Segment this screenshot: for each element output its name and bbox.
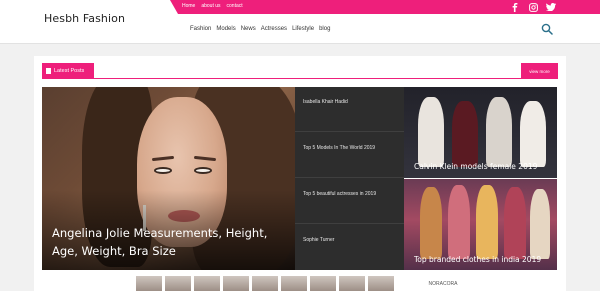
section-divider bbox=[42, 78, 558, 79]
tile-image-figure bbox=[504, 187, 526, 259]
nav-item-lifestyle[interactable]: Lifestyle bbox=[292, 26, 314, 32]
tile-image-figure bbox=[420, 187, 442, 259]
ad-thumbnail[interactable] bbox=[136, 276, 162, 291]
list-item[interactable]: Top 5 beautiful actresses in 2019 bbox=[295, 179, 404, 224]
list-item-title: Sophie Turner bbox=[303, 237, 335, 243]
tile-image-figure bbox=[530, 189, 550, 259]
tile-image-figure bbox=[448, 185, 470, 259]
tile-image-figure bbox=[520, 101, 546, 167]
nav-item-actresses[interactable]: Actresses bbox=[261, 26, 287, 32]
list-item-title: Top 5 Models In The World 2019 bbox=[303, 145, 376, 151]
featured-post[interactable]: Angelina Jolie Measurements, Height, Age… bbox=[42, 87, 295, 270]
tile-image-figure bbox=[452, 101, 478, 167]
view-more-button[interactable]: view more bbox=[521, 63, 558, 79]
ad-thumbnail[interactable] bbox=[281, 276, 307, 291]
search-icon[interactable] bbox=[541, 22, 553, 35]
site-header: Hesbh Fashion Home about us contact Fash… bbox=[0, 0, 600, 44]
nav-item-blog[interactable]: blog bbox=[319, 26, 330, 32]
ad-thumbnail[interactable] bbox=[165, 276, 191, 291]
instagram-icon[interactable] bbox=[528, 2, 538, 12]
social-links bbox=[510, 2, 556, 12]
list-item-title: Isabella Khair Hadid bbox=[303, 99, 348, 105]
top-link-home[interactable]: Home bbox=[182, 3, 195, 9]
top-link-contact[interactable]: contact bbox=[227, 3, 243, 9]
tile-title: Top branded clothes in india 2019 bbox=[414, 255, 542, 264]
facebook-icon[interactable] bbox=[510, 2, 520, 12]
list-item-title: Top 5 beautiful actresses in 2019 bbox=[303, 191, 377, 197]
ad-thumbnail[interactable] bbox=[310, 276, 336, 291]
ad-thumbnail[interactable] bbox=[339, 276, 365, 291]
nav-item-models[interactable]: Models bbox=[216, 26, 235, 32]
nav-item-fashion[interactable]: Fashion bbox=[190, 26, 211, 32]
post-list: Isabella Khair Hadid Top 5 Models In The… bbox=[295, 87, 404, 270]
nav-item-news[interactable]: News bbox=[241, 26, 256, 32]
post-tile[interactable]: Calvin Klein models female 2019 bbox=[404, 87, 557, 178]
twitter-icon[interactable] bbox=[546, 2, 556, 12]
tile-title: Calvin Klein models female 2019 bbox=[414, 162, 538, 171]
site-logo[interactable]: Hesbh Fashion bbox=[44, 12, 125, 25]
post-tile[interactable]: Top branded clothes in india 2019 bbox=[404, 179, 557, 270]
tile-image-figure bbox=[476, 185, 498, 259]
main-nav: Fashion Models News Actresses Lifestyle … bbox=[190, 26, 330, 32]
ad-strip[interactable] bbox=[136, 276, 466, 291]
ad-thumbnail[interactable] bbox=[194, 276, 220, 291]
list-item[interactable]: Isabella Khair Hadid bbox=[295, 87, 404, 132]
ad-brand-logo[interactable]: NORACORA bbox=[420, 279, 466, 289]
featured-post-title[interactable]: Angelina Jolie Measurements, Height, Age… bbox=[52, 224, 292, 260]
ad-thumbnail[interactable] bbox=[252, 276, 278, 291]
list-item[interactable]: Top 5 Models In The World 2019 bbox=[295, 133, 404, 178]
ad-thumbnail[interactable] bbox=[223, 276, 249, 291]
latest-posts-label: Latest Posts bbox=[54, 68, 85, 74]
list-item[interactable]: Sophie Turner bbox=[295, 225, 404, 270]
top-links: Home about us contact bbox=[182, 3, 243, 9]
top-link-about[interactable]: about us bbox=[201, 3, 220, 9]
tile-image-figure bbox=[486, 97, 512, 167]
tile-image-figure bbox=[418, 97, 444, 167]
featured-image-eye bbox=[194, 167, 212, 174]
latest-posts-tab[interactable]: Latest Posts bbox=[42, 63, 94, 79]
featured-image-eye bbox=[154, 167, 172, 174]
document-icon bbox=[46, 68, 51, 74]
ad-thumbnail[interactable] bbox=[368, 276, 394, 291]
